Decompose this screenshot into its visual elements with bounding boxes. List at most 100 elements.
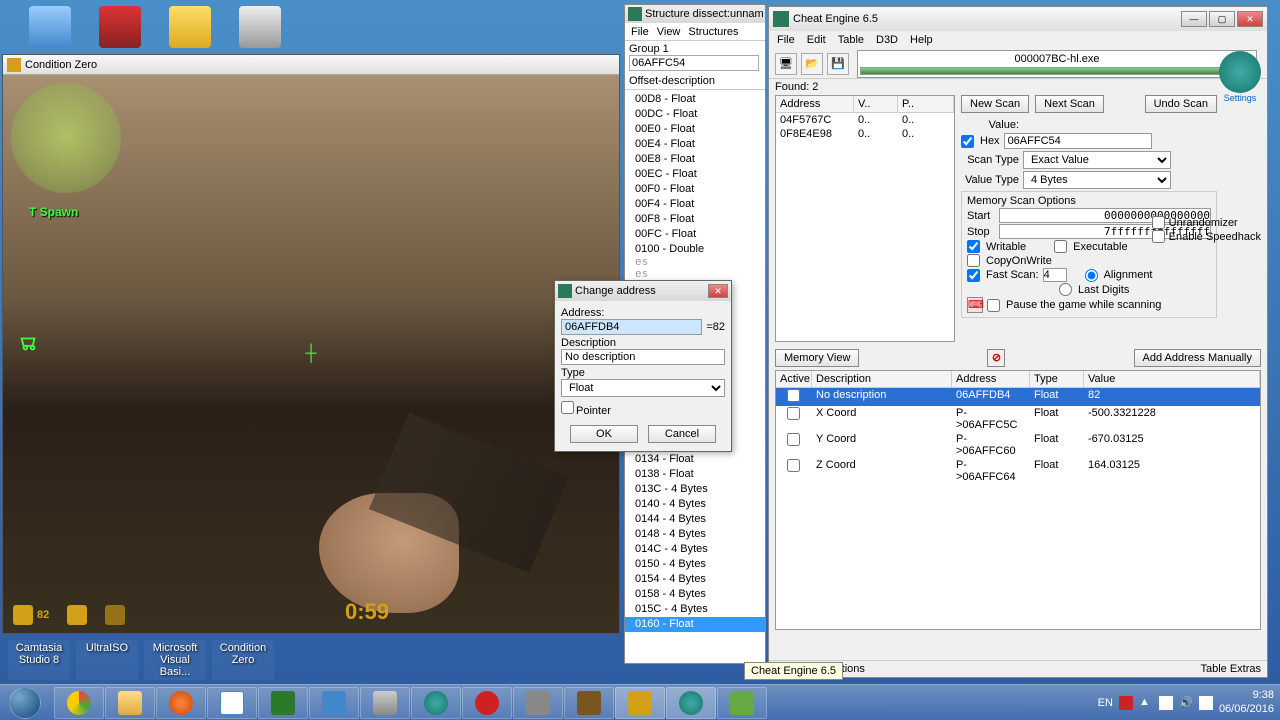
speedhack-checkbox[interactable] xyxy=(1152,230,1165,243)
struct-item[interactable]: 00F0 - Float xyxy=(625,182,765,197)
save-button[interactable]: 💾 xyxy=(827,53,849,75)
scan-value-input[interactable] xyxy=(1004,133,1152,149)
active-checkbox[interactable] xyxy=(787,389,800,402)
pointer-checkbox[interactable] xyxy=(561,401,574,414)
tray-clock[interactable]: 9:38 06/06/2016 xyxy=(1219,689,1274,715)
struct-item[interactable]: 0144 - 4 Bytes xyxy=(625,512,765,527)
struct-item[interactable]: 013C - 4 Bytes xyxy=(625,482,765,497)
shortcut-condition-zero[interactable]: Condition Zero xyxy=(212,640,274,680)
next-scan-button[interactable]: Next Scan xyxy=(1035,95,1104,113)
active-checkbox[interactable] xyxy=(787,433,800,446)
open-process-button[interactable]: 🖥 xyxy=(775,53,797,75)
task-game[interactable] xyxy=(615,687,665,719)
maximize-button[interactable]: ▢ xyxy=(1209,11,1235,27)
address-list[interactable]: Active Description Address Type Value No… xyxy=(775,370,1261,630)
new-scan-button[interactable]: New Scan xyxy=(961,95,1029,113)
description-input[interactable] xyxy=(561,349,725,365)
result-row[interactable]: 0F8E4E980..0.. xyxy=(776,127,954,141)
add-address-button[interactable]: Add Address Manually xyxy=(1134,349,1261,367)
tray-speaker-icon[interactable]: 🔊 xyxy=(1179,696,1193,710)
fast-scan-checkbox[interactable] xyxy=(967,269,980,282)
value-type-select[interactable]: 4 Bytes xyxy=(1023,171,1171,189)
menu-file[interactable]: File xyxy=(777,34,795,46)
menu-edit[interactable]: Edit xyxy=(807,34,826,46)
open-file-button[interactable]: 📂 xyxy=(801,53,823,75)
tray-up-icon[interactable]: ▲ xyxy=(1139,696,1153,710)
tray-action-icon[interactable] xyxy=(1199,696,1213,710)
task-mpc[interactable] xyxy=(360,687,410,719)
desktop-icon-computer[interactable] xyxy=(20,6,80,48)
menu-d3d[interactable]: D3D xyxy=(876,34,898,46)
struct-item-selected[interactable]: 0160 - Float xyxy=(625,617,765,632)
scan-results[interactable]: Address V.. P.. 04F5767C0..0.. 0F8E4E980… xyxy=(775,95,955,342)
settings-link[interactable]: Settings xyxy=(1219,93,1261,103)
task-chrome[interactable] xyxy=(54,687,104,719)
struct-item[interactable]: 0100 - Double xyxy=(625,242,765,257)
type-select[interactable]: Float xyxy=(561,379,725,397)
struct-menu-file[interactable]: File xyxy=(631,26,649,38)
struct-item[interactable]: 0148 - 4 Bytes xyxy=(625,527,765,542)
struct-item[interactable]: 00E8 - Float xyxy=(625,152,765,167)
desktop-icon-ccleaner[interactable] xyxy=(90,6,150,48)
address-row[interactable]: X CoordP->06AFFC5CFloat-500.3321228 xyxy=(776,406,1260,432)
executable-checkbox[interactable] xyxy=(1054,240,1067,253)
task-ce-active[interactable] xyxy=(666,687,716,719)
ce-logo[interactable]: Settings xyxy=(1219,51,1261,111)
struct-item[interactable]: 00DC - Float xyxy=(625,107,765,122)
struct-item[interactable]: 00E4 - Float xyxy=(625,137,765,152)
address-input[interactable] xyxy=(561,319,702,335)
struct-item[interactable]: 00F4 - Float xyxy=(625,197,765,212)
active-checkbox[interactable] xyxy=(787,407,800,420)
last-digits-radio[interactable] xyxy=(1059,283,1072,296)
fast-scan-input[interactable] xyxy=(1043,268,1067,282)
close-button[interactable]: ✕ xyxy=(1237,11,1263,27)
shortcut-camtasia[interactable]: Camtasia Studio 8 xyxy=(8,640,70,680)
shortcut-ultraiso[interactable]: UltraISO xyxy=(76,640,138,680)
table-extras-button[interactable]: Table Extras xyxy=(1200,663,1261,675)
game-viewport[interactable]: T Spawn ┼ 82 0:59 xyxy=(3,75,619,633)
task-excel[interactable] xyxy=(258,687,308,719)
result-row[interactable]: 04F5767C0..0.. xyxy=(776,113,954,127)
struct-item[interactable]: 00F8 - Float xyxy=(625,212,765,227)
struct-menu-structures[interactable]: Structures xyxy=(688,26,738,38)
tray-lang[interactable]: EN xyxy=(1098,697,1113,709)
struct-item[interactable]: 0150 - 4 Bytes xyxy=(625,557,765,572)
struct-group-input[interactable] xyxy=(629,55,759,71)
struct-item[interactable]: 00FC - Float xyxy=(625,227,765,242)
address-row[interactable]: No description06AFFDB4Float82 xyxy=(776,388,1260,406)
game-titlebar[interactable]: Condition Zero xyxy=(3,55,619,75)
process-name[interactable]: 000007BC-hl.exe xyxy=(857,50,1257,78)
struct-item[interactable]: 00D8 - Float xyxy=(625,92,765,107)
menu-table[interactable]: Table xyxy=(838,34,864,46)
struct-item[interactable]: 0154 - 4 Bytes xyxy=(625,572,765,587)
undo-scan-button[interactable]: Undo Scan xyxy=(1145,95,1217,113)
cancel-button[interactable]: Cancel xyxy=(648,425,716,443)
struct-item[interactable]: 00E0 - Float xyxy=(625,122,765,137)
shortcut-visual-basic[interactable]: Microsoft Visual Basi... xyxy=(144,640,206,680)
writable-checkbox[interactable] xyxy=(967,240,980,253)
struct-item[interactable]: 0140 - 4 Bytes xyxy=(625,497,765,512)
struct-item[interactable]: 015C - 4 Bytes xyxy=(625,602,765,617)
memory-view-button[interactable]: Memory View xyxy=(775,349,859,367)
alignment-radio[interactable] xyxy=(1085,269,1098,282)
dialog-close-button[interactable]: ✕ xyxy=(708,284,728,298)
task-vb[interactable] xyxy=(309,687,359,719)
task-record[interactable] xyxy=(462,687,512,719)
dialog-titlebar[interactable]: Change address ✕ xyxy=(555,281,731,301)
struct-item[interactable]: 00EC - Float xyxy=(625,167,765,182)
clear-list-icon[interactable]: ⊘ xyxy=(987,349,1005,367)
struct-item[interactable]: 0158 - 4 Bytes xyxy=(625,587,765,602)
tray-flag-icon[interactable] xyxy=(1119,696,1133,710)
ce-titlebar[interactable]: Cheat Engine 6.5 — ▢ ✕ xyxy=(769,7,1267,31)
struct-titlebar[interactable]: Structure dissect:unnam xyxy=(625,5,765,23)
struct-item[interactable]: 014C - 4 Bytes xyxy=(625,542,765,557)
pause-checkbox[interactable] xyxy=(987,299,1000,312)
desktop-icon-mpc[interactable] xyxy=(230,6,290,48)
desktop-icon-folder[interactable] xyxy=(160,6,220,48)
hotkey-icon[interactable]: ⌨ xyxy=(967,297,983,313)
tray-network-icon[interactable] xyxy=(1159,696,1173,710)
task-ce2[interactable] xyxy=(411,687,461,719)
task-app[interactable] xyxy=(513,687,563,719)
task-wmp[interactable] xyxy=(156,687,206,719)
struct-menu-view[interactable]: View xyxy=(657,26,681,38)
